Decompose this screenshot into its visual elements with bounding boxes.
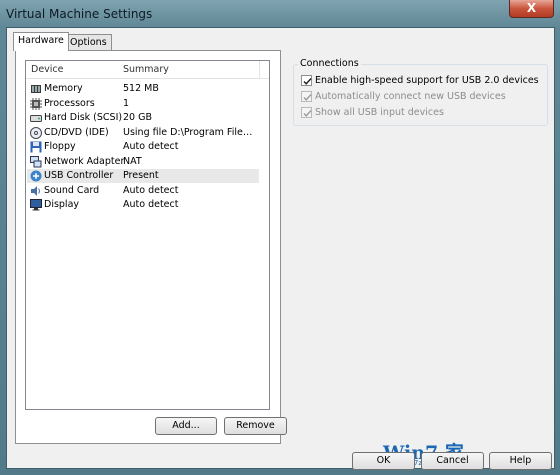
device-row-sound-card[interactable]: Sound Card Auto detect: [27, 184, 259, 198]
ok-button[interactable]: OK: [352, 452, 415, 470]
connections-group-title: Connections: [298, 58, 361, 69]
close-button[interactable]: X: [509, 0, 554, 18]
device-row-display[interactable]: Display Auto detect: [27, 198, 259, 212]
dialog-client-area: Hardware Options Device Summary Memory 5…: [6, 27, 555, 470]
device-name: Floppy: [44, 141, 76, 152]
device-list-header: Device Summary: [26, 61, 269, 79]
cancel-button[interactable]: Cancel: [421, 452, 484, 470]
add-device-button[interactable]: Add...: [155, 417, 217, 435]
window-title: Virtual Machine Settings: [6, 7, 153, 21]
connections-group: Connections Enable high-speed support fo…: [293, 58, 548, 126]
checkmark-icon: [303, 78, 312, 85]
device-name: Memory: [44, 83, 83, 94]
device-name: USB Controller: [44, 170, 114, 181]
device-name: Network Adapter: [44, 155, 125, 167]
device-row-floppy[interactable]: Floppy Auto detect: [27, 140, 259, 154]
cd-dvd-icon: [30, 126, 42, 139]
title-bar[interactable]: Virtual Machine Settings X: [0, 0, 560, 28]
device-summary: Using file D:\Program Files\v...: [123, 126, 256, 138]
device-summary: Present: [123, 170, 159, 181]
device-name: Processors: [44, 97, 95, 109]
column-separator[interactable]: [259, 61, 260, 79]
column-header-summary[interactable]: Summary: [123, 64, 169, 75]
checkbox-box[interactable]: [301, 107, 312, 118]
device-summary: Auto detect: [123, 141, 179, 152]
vm-settings-window: Virtual Machine Settings X Hardware Opti…: [0, 0, 560, 475]
checkbox-box[interactable]: [301, 75, 312, 86]
checkbox-label[interactable]: Show all USB input devices: [315, 107, 444, 118]
device-row-cd-dvd[interactable]: CD/DVD (IDE) Using file D:\Program Files…: [27, 126, 259, 140]
device-name: Sound Card: [44, 184, 100, 196]
floppy-icon: [30, 141, 42, 153]
tab-hardware[interactable]: Hardware: [13, 32, 69, 51]
hard-disk-icon: [30, 115, 42, 122]
sound-card-icon: [31, 185, 40, 196]
network-adapter-icon: [30, 155, 42, 167]
checkmark-icon: [303, 110, 312, 117]
tab-options[interactable]: Options: [65, 34, 112, 51]
usb-controller-icon: [30, 170, 42, 182]
device-row-memory[interactable]: Memory 512 MB: [27, 82, 259, 96]
device-summary: Auto detect: [123, 184, 179, 196]
device-row-hard-disk[interactable]: Hard Disk (SCSI) 20 GB: [27, 111, 259, 125]
display-icon: [30, 199, 42, 211]
device-summary: 20 GB: [123, 112, 152, 123]
device-summary: 1: [123, 97, 130, 109]
checkbox-label[interactable]: Enable high-speed support for USB 2.0 de…: [315, 75, 539, 86]
device-name: Hard Disk (SCSI): [44, 112, 123, 123]
device-name: CD/DVD (IDE): [44, 126, 109, 138]
remove-device-button[interactable]: Remove: [224, 417, 287, 435]
help-button[interactable]: Help: [489, 452, 552, 470]
device-summary: 512 MB: [123, 83, 159, 94]
device-row-network-adapter[interactable]: Network Adapter NAT: [27, 155, 259, 169]
column-header-device[interactable]: Device: [31, 64, 64, 75]
device-summary: Auto detect: [123, 199, 179, 210]
checkmark-icon: [303, 94, 312, 101]
close-icon: X: [526, 1, 537, 15]
device-row-processors[interactable]: Processors 1: [27, 97, 259, 111]
device-row-usb-controller[interactable]: USB Controller Present: [27, 169, 259, 183]
checkbox-box[interactable]: [301, 91, 312, 102]
hardware-panel: Device Summary Memory 512 MB Processors …: [15, 50, 287, 444]
device-summary: NAT: [123, 155, 142, 167]
processor-icon: [30, 97, 42, 110]
memory-icon: [31, 85, 41, 93]
checkbox-label[interactable]: Automatically connect new USB devices: [315, 91, 506, 102]
device-list[interactable]: Device Summary Memory 512 MB Processors …: [25, 60, 270, 410]
device-name: Display: [44, 199, 80, 210]
